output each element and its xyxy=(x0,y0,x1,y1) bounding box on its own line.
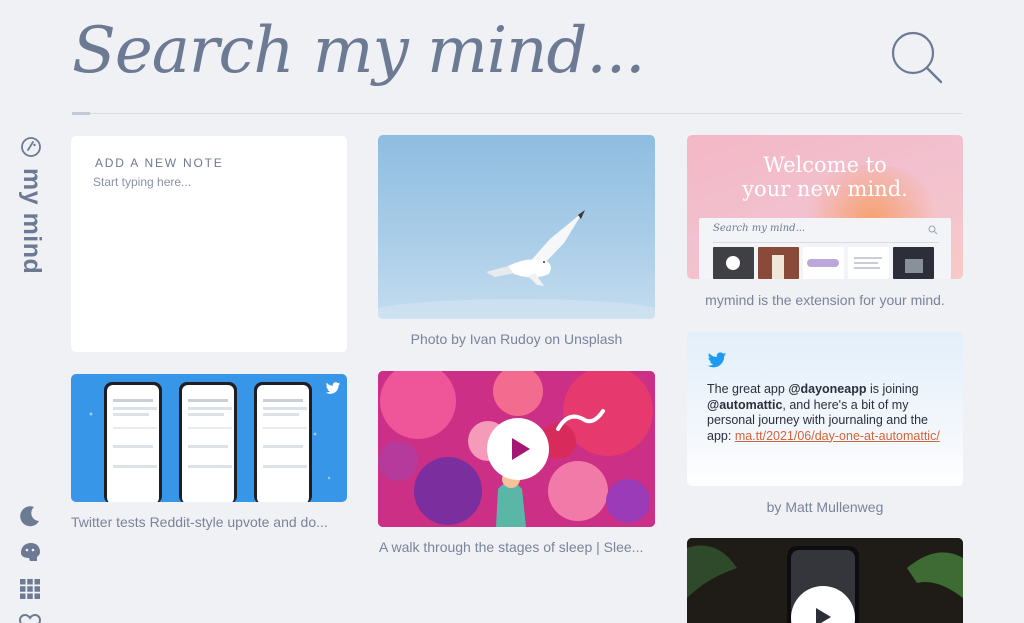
tweet-text: The great app @dayoneapp is joining @aut… xyxy=(707,382,947,444)
welcome-preview-panel: Search my mind... xyxy=(699,218,951,279)
preview-thumb xyxy=(803,247,844,279)
seagull-image xyxy=(378,210,655,319)
welcome-title-line: Welcome to xyxy=(763,153,887,177)
tweet-text-segment: is joining xyxy=(866,382,919,396)
tweet-mention[interactable]: @dayoneapp xyxy=(788,382,866,396)
phone-photo-card[interactable] xyxy=(687,538,963,623)
note-input[interactable] xyxy=(93,172,333,192)
preview-thumb xyxy=(713,247,754,279)
phone-screenshot xyxy=(179,382,237,502)
moon-icon[interactable] xyxy=(18,504,42,528)
welcome-caption: mymind is the extension for your mind. xyxy=(705,292,945,308)
preview-divider xyxy=(713,242,939,243)
tweet-link[interactable]: ma.tt/2021/06/day-one-at-automattic/ xyxy=(735,429,940,443)
phone-screenshot xyxy=(104,382,162,502)
welcome-title: Welcome to your new mind. xyxy=(687,153,963,201)
twitter-tests-card[interactable] xyxy=(71,374,347,502)
preview-thumb xyxy=(758,247,799,279)
sleep-video-caption: A walk through the stages of sleep | Sle… xyxy=(379,539,644,555)
phone-photo-image xyxy=(687,538,963,623)
tweet-mention[interactable]: @automattic xyxy=(707,398,782,412)
bird-photo-card[interactable] xyxy=(378,135,655,319)
twitter-bird-icon xyxy=(707,352,727,368)
add-note-label: ADD A NEW NOTE xyxy=(95,156,224,170)
play-button[interactable] xyxy=(487,418,549,480)
phone-screenshot xyxy=(254,382,312,502)
grid-icon[interactable] xyxy=(18,577,42,601)
twitter-bird-icon xyxy=(325,382,341,394)
twitter-tests-caption: Twitter tests Reddit-style upvote and do… xyxy=(71,514,328,530)
brain-icon[interactable] xyxy=(18,540,42,564)
tweet-caption: by Matt Mullenweg xyxy=(766,499,884,515)
welcome-title-line: your new mind. xyxy=(742,177,908,201)
preview-search-text: Search my mind... xyxy=(713,223,806,234)
bird-photo-caption: Photo by Ivan Rudoy on Unsplash xyxy=(410,331,623,347)
header-divider xyxy=(72,113,962,114)
preview-thumb xyxy=(848,247,889,279)
sleep-video-card[interactable] xyxy=(378,371,655,527)
play-icon xyxy=(512,438,530,460)
heart-icon[interactable] xyxy=(18,612,42,623)
search-icon[interactable] xyxy=(886,30,946,86)
preview-search-icon xyxy=(928,225,938,235)
app-root: Search my mind... my mind ADD A NEW NOTE xyxy=(0,0,1024,623)
welcome-card[interactable]: Welcome to your new mind. Search my mind… xyxy=(687,135,963,279)
add-note-card[interactable]: ADD A NEW NOTE xyxy=(71,136,347,352)
brand-name[interactable]: my mind xyxy=(12,168,52,278)
preview-thumb xyxy=(893,247,934,279)
search-input[interactable]: Search my mind... xyxy=(72,14,645,88)
logo-icon[interactable] xyxy=(20,136,42,158)
tweet-text-segment: The great app xyxy=(707,382,789,396)
header-divider-accent xyxy=(72,112,90,115)
tweet-card[interactable]: The great app @dayoneapp is joining @aut… xyxy=(687,332,963,486)
